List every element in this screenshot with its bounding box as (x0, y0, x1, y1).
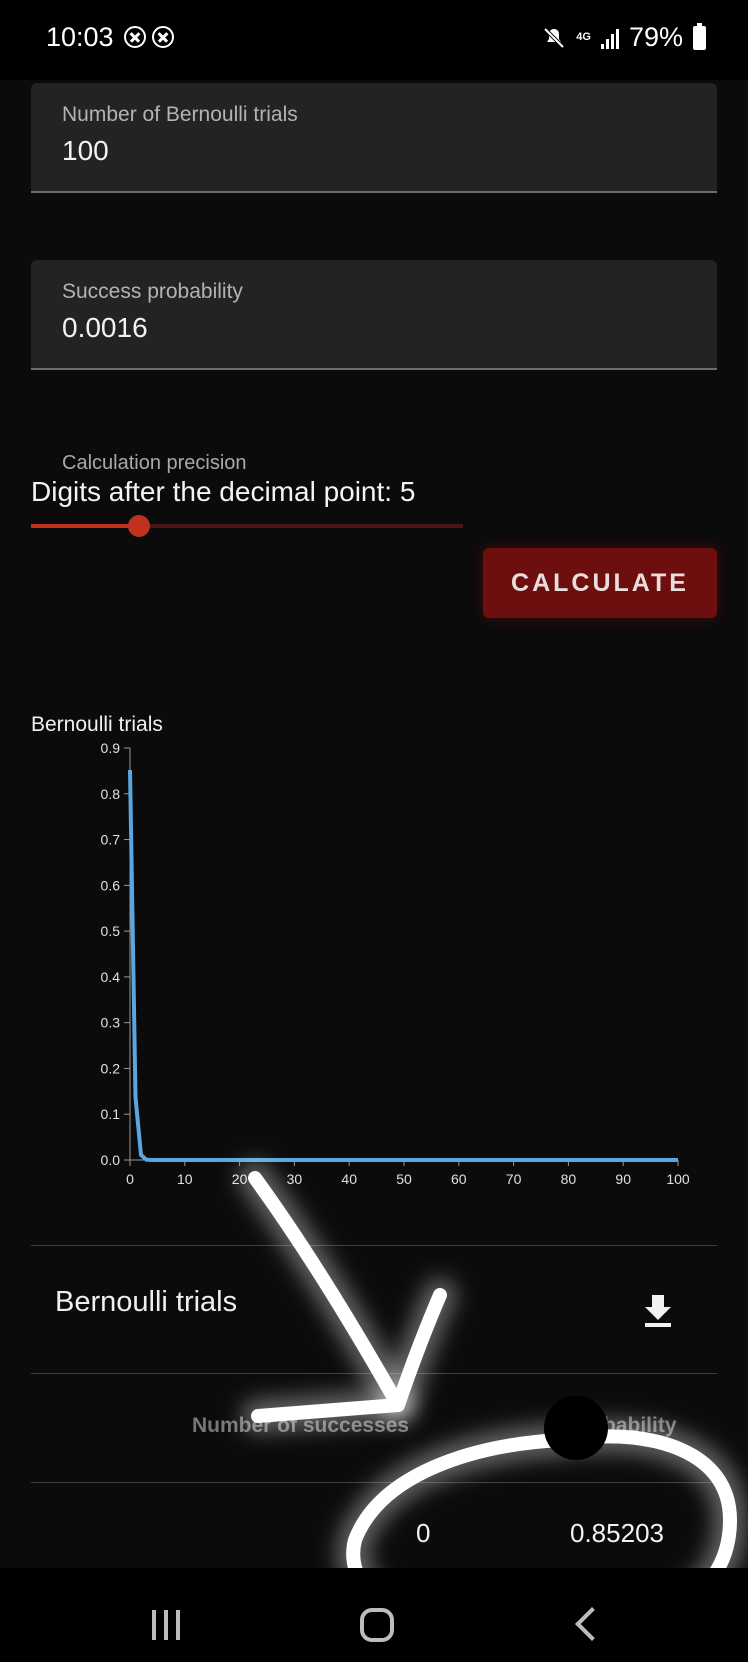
x-tick-label: 80 (561, 1171, 577, 1187)
signal-icon (600, 27, 619, 49)
blocked-app-icon (152, 26, 174, 48)
blocked-app-icon (124, 26, 146, 48)
network-type: 4G (576, 31, 591, 43)
table-title: Bernoulli trials (55, 1286, 238, 1318)
navigation-bar (0, 1568, 748, 1662)
status-icons: 4G 79% (542, 22, 706, 53)
divider (31, 1373, 717, 1374)
y-tick-label: 0.7 (101, 832, 121, 848)
precision-label: Calculation precision (62, 452, 247, 474)
divider (31, 1245, 717, 1246)
divider (31, 1482, 717, 1483)
column-header-probability[interactable]: Probability (568, 1414, 677, 1438)
y-tick-label: 0.1 (101, 1106, 121, 1122)
y-tick-label: 0.6 (101, 877, 121, 893)
trials-label: Number of Bernoulli trials (62, 103, 298, 126)
trials-field[interactable]: Number of Bernoulli trials 100 (31, 83, 717, 193)
x-tick-label: 20 (232, 1171, 248, 1187)
precision-digits-text: Digits after the decimal point: 5 (31, 476, 416, 507)
table-cell-successes: 0 (416, 1518, 431, 1548)
x-tick-label: 90 (615, 1171, 631, 1187)
status-time: 10:03 (46, 22, 114, 52)
status-bar: 10:03 4G 79% (0, 0, 748, 80)
y-tick-label: 0.5 (101, 923, 121, 939)
recents-button[interactable] (152, 1610, 180, 1640)
slider-thumb[interactable] (128, 515, 150, 537)
y-tick-label: 0.4 (101, 969, 121, 985)
battery-percent: 79% (628, 22, 683, 52)
x-tick-label: 100 (666, 1171, 690, 1187)
slider-fill (31, 524, 139, 528)
calculate-button[interactable]: CALCULATE (483, 548, 717, 618)
trials-input[interactable]: 100 (62, 135, 109, 167)
battery-icon (693, 22, 706, 50)
back-button[interactable] (575, 1607, 609, 1641)
notification-icons (124, 26, 174, 48)
x-tick-label: 50 (396, 1171, 412, 1187)
x-tick-label: 10 (177, 1171, 193, 1187)
series-line (128, 769, 678, 1162)
probability-field[interactable]: Success probability 0.0016 (31, 260, 717, 370)
probability-label: Success probability (62, 280, 243, 303)
y-tick-label: 0.0 (101, 1152, 121, 1168)
y-tick-label: 0.8 (101, 786, 121, 802)
mute-icon (543, 27, 565, 48)
probability-input[interactable]: 0.0016 (62, 312, 148, 344)
precision-slider[interactable] (31, 515, 463, 537)
y-tick-label: 0.9 (101, 740, 121, 756)
y-tick-label: 0.3 (101, 1015, 121, 1031)
x-tick-label: 30 (287, 1171, 303, 1187)
y-tick-label: 0.2 (101, 1060, 121, 1076)
home-button[interactable] (360, 1608, 394, 1642)
x-tick-label: 70 (506, 1171, 522, 1187)
table-cell-probability: 0.85203 (570, 1518, 664, 1548)
chart-title: Bernoulli trials (31, 713, 163, 736)
probability-chart: 0.0 0.1 0.2 0.3 0.4 0.5 0.6 0.7 0.8 0.9 0 10 20 30 40 5… (101, 740, 690, 1187)
x-tick-label: 40 (341, 1171, 357, 1187)
x-tick-label: 60 (451, 1171, 467, 1187)
column-header-successes[interactable]: Number of successes (192, 1414, 409, 1438)
download-icon[interactable] (640, 1293, 676, 1329)
x-tick-label: 0 (126, 1171, 134, 1187)
